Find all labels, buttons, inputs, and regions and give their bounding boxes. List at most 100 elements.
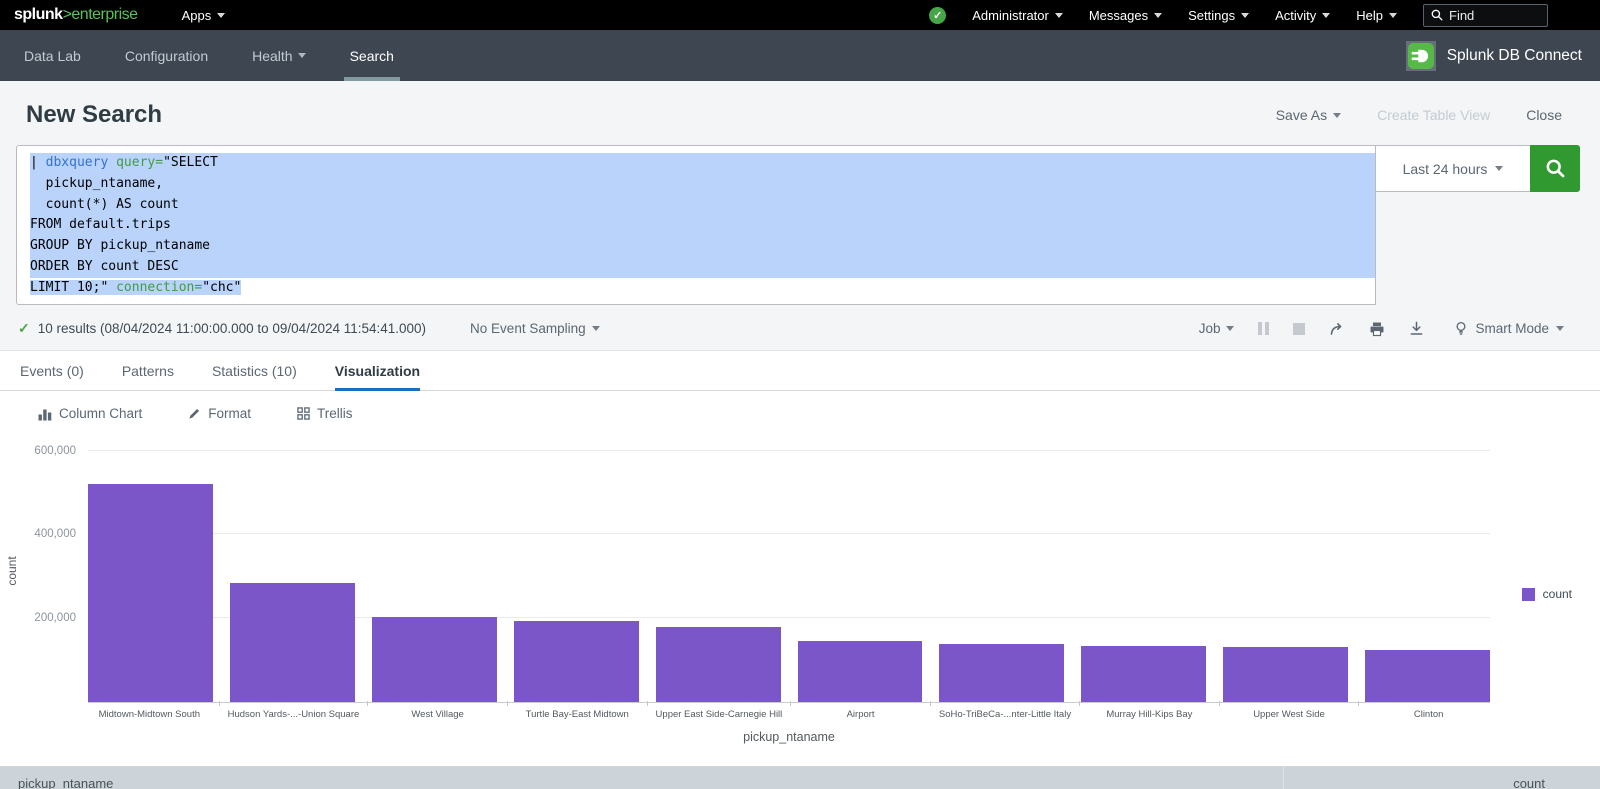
y-tick-label: 400,000 [34,528,76,540]
trellis-button[interactable]: Trellis [297,406,353,421]
print-button[interactable] [1369,321,1385,337]
chevron-down-icon [1556,326,1564,331]
nav-label-health: Health [252,48,292,64]
logo-enterprise-text: >enterprise [63,6,138,23]
health-status-ok-icon[interactable] [929,7,946,24]
messages-menu-label: Messages [1089,8,1148,23]
x-category-label: SoHo-TriBeCa-...nter-Little Italy [939,709,1071,720]
column-chart-icon [38,407,52,421]
bar-5[interactable] [798,641,923,702]
close-button[interactable]: Close [1526,107,1562,123]
search-bar-row: | dbxquery query="SELECT pickup_ntaname,… [0,145,1600,305]
x-axis-title: pickup_ntaname [88,730,1490,744]
trellis-grid-icon [297,407,310,420]
x-category-label: Hudson Yards-...-Union Square [228,709,360,720]
chevron-down-icon [1495,166,1503,171]
settings-menu-label: Settings [1188,8,1235,23]
bar-8[interactable] [1223,647,1348,702]
settings-menu[interactable]: Settings [1188,8,1249,23]
stop-icon [1293,323,1305,335]
bar-3[interactable] [514,621,639,702]
nav-item-data-lab[interactable]: Data Lab [20,30,85,81]
nav-item-configuration[interactable]: Configuration [121,30,212,81]
activity-menu[interactable]: Activity [1275,8,1330,23]
chevron-down-icon [217,13,225,18]
query-line: FROM default.trips [30,215,1375,236]
share-job-button[interactable] [1329,321,1345,337]
download-icon [1409,321,1424,336]
x-category-label: Upper West Side [1228,709,1351,720]
search-header-region: New Search Save As Create Table View Clo… [0,81,1600,351]
tab-events[interactable]: Events (0) [20,351,84,390]
chevron-down-icon [1241,13,1249,18]
nav-label-data-lab: Data Lab [24,48,81,64]
chart-type-label: Column Chart [59,406,142,421]
column-header-count[interactable]: count [1284,766,1600,789]
chevron-down-icon [1389,13,1397,18]
bar-4[interactable] [656,627,781,702]
query-line: GROUP BY pickup_ntaname [30,236,1375,257]
splunk-enterprise-logo[interactable]: splunk>enterprise [14,6,138,24]
help-menu-label: Help [1356,8,1383,23]
app-nav-bar: Data Lab Configuration Health Search Spl… [0,30,1600,81]
find-search-input[interactable] [1449,8,1539,23]
nav-item-health[interactable]: Health [248,30,309,81]
help-menu[interactable]: Help [1356,8,1397,23]
search-mode-menu[interactable]: Smart Mode [1454,321,1564,336]
create-table-view-button[interactable]: Create Table View [1377,107,1490,123]
logo-splunk-text: splunk [14,6,63,23]
time-range-picker[interactable]: Last 24 hours [1375,145,1531,192]
stop-job-button[interactable] [1293,323,1305,335]
tab-patterns[interactable]: Patterns [122,351,174,390]
tab-statistics[interactable]: Statistics (10) [212,351,297,390]
messages-menu[interactable]: Messages [1089,8,1162,23]
apps-menu-label: Apps [182,8,212,23]
x-category-label: West Village [376,709,499,720]
chevron-down-icon [1055,13,1063,18]
event-sampling-menu[interactable]: No Event Sampling [470,321,600,336]
chevron-down-icon [1333,113,1341,118]
page-header: New Search Save As Create Table View Clo… [0,81,1600,145]
create-table-view-label: Create Table View [1377,107,1490,123]
query-line: pickup_ntaname, [30,174,1375,195]
administrator-menu[interactable]: Administrator [972,8,1063,23]
bar-6[interactable] [939,644,1064,702]
find-search-box[interactable] [1423,4,1548,27]
format-label: Format [208,406,251,421]
bar-9[interactable] [1365,650,1490,702]
run-search-button[interactable] [1530,145,1580,192]
splunk-db-connect-page: splunk>enterprise Apps Administrator Mes… [0,0,1600,789]
export-download-button[interactable] [1409,321,1424,336]
tab-visualization[interactable]: Visualization [335,351,420,390]
chevron-down-icon [1154,13,1162,18]
bar-1[interactable] [230,583,355,702]
column-chart: count 200,000400,000600,000 Midtown-Midt… [0,439,1600,744]
bar-2[interactable] [372,617,497,702]
y-axis-title: count [5,556,19,585]
chart-type-picker[interactable]: Column Chart [38,406,142,421]
app-identity[interactable]: Splunk DB Connect [1406,30,1600,81]
nav-item-search[interactable]: Search [346,30,398,81]
search-icon [1431,9,1443,21]
x-category-label: Upper East Side-Carnegie Hill [656,709,783,720]
visualization-toolbar: Column Chart Format Trellis [0,391,1600,421]
trellis-label: Trellis [317,406,353,421]
job-menu[interactable]: Job [1199,321,1235,336]
tab-events-label: Events (0) [20,363,84,379]
save-as-button[interactable]: Save As [1276,107,1341,123]
bar-0[interactable] [88,484,213,702]
apps-menu[interactable]: Apps [182,8,226,23]
bar-7[interactable] [1081,646,1206,702]
query-line: count(*) AS count [30,195,1375,216]
share-icon [1329,321,1345,337]
column-header-pickup-ntaname[interactable]: pickup_ntaname [0,766,1283,789]
chevron-down-icon [1226,326,1234,331]
chevron-down-icon [1322,13,1330,18]
tab-visualization-label: Visualization [335,363,420,379]
format-button[interactable]: Format [188,406,251,421]
query-line: ORDER BY count DESC [30,257,1375,278]
db-connect-plug-icon [1406,41,1436,71]
pause-job-button[interactable] [1258,322,1269,335]
spl-argument: query= [116,155,163,170]
search-query-input[interactable]: | dbxquery query="SELECT pickup_ntaname,… [16,145,1376,305]
